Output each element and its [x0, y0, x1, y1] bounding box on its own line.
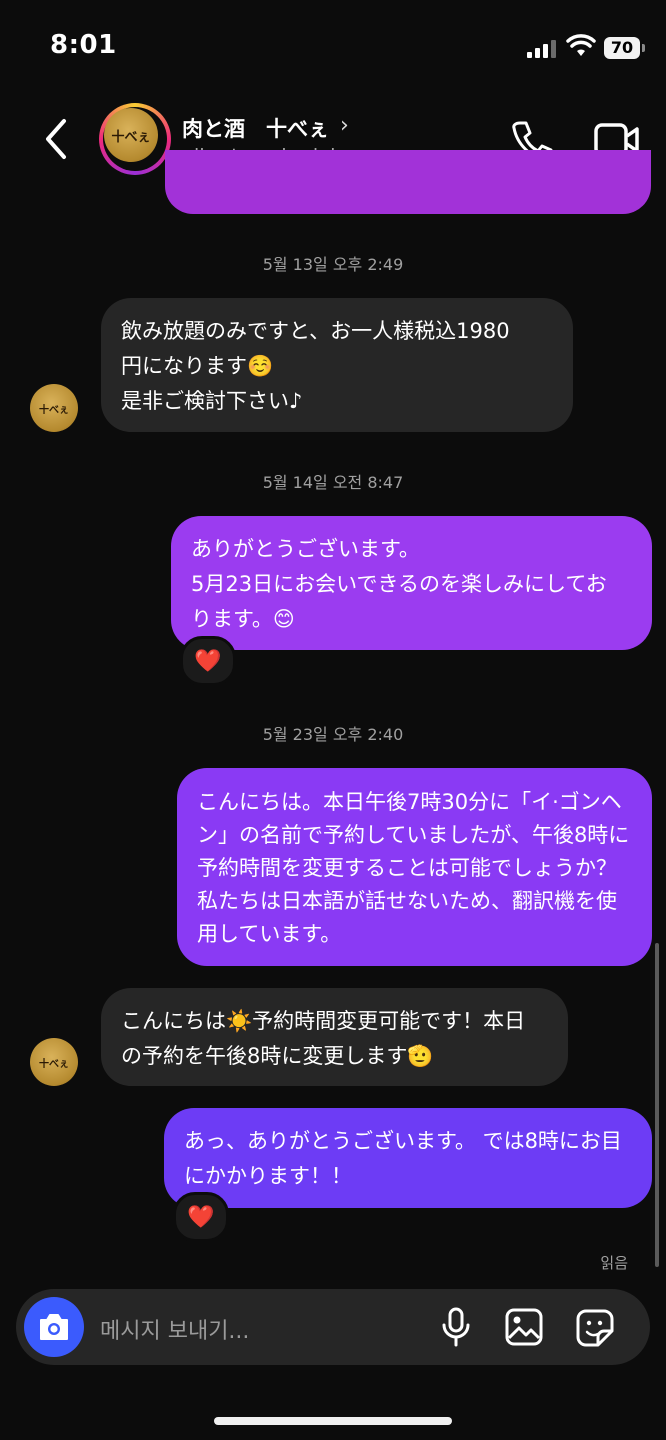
microphone-icon[interactable]	[440, 1307, 472, 1347]
back-arrow-icon[interactable]	[38, 117, 74, 161]
message-input[interactable]: 메시지 보내기...	[100, 1313, 249, 1345]
outgoing-message[interactable]: ありがとうございます。 5月23日にお会いできるのを楽しみにしてお ります。😊	[171, 516, 652, 650]
outgoing-message[interactable]: こんにちは。本日午後7時30分に「イ·ゴンヘ ン」の名前で予約していましたが、午…	[177, 768, 652, 966]
message-timestamp: 5월 13일 오후 2:49	[262, 255, 404, 274]
incoming-message[interactable]: 飲み放題のみですと、お一人様税込1980 円になります☺️ 是非ご検討下さい♪	[101, 298, 573, 432]
sticker-icon[interactable]	[574, 1307, 616, 1349]
heart-reaction[interactable]: ❤️	[180, 636, 236, 686]
sender-avatar[interactable]: 十べぇ	[30, 1038, 78, 1086]
read-receipt: 읽음	[600, 1254, 628, 1272]
battery-indicator: 70	[604, 37, 645, 59]
home-indicator	[214, 1417, 452, 1425]
message-timestamp: 5월 14일 오전 8:47	[262, 473, 404, 492]
status-time: 8:01	[50, 30, 117, 60]
camera-button[interactable]	[24, 1297, 84, 1357]
outgoing-message[interactable]: あっ、ありがとうございます。 では8時にお目 にかかります！！	[164, 1108, 652, 1208]
sender-avatar[interactable]: 十べぇ	[30, 384, 78, 432]
incoming-message[interactable]: こんにちは☀️予約時間変更可能です！本日 の予約を午後8時に変更します🫡	[101, 988, 568, 1086]
gallery-icon[interactable]	[504, 1307, 544, 1347]
status-bar: 8:01 70	[0, 0, 666, 90]
heart-reaction[interactable]: ❤️	[173, 1192, 229, 1242]
profile-avatar[interactable]: 十べぇ	[99, 103, 171, 175]
camera-icon	[40, 1314, 68, 1340]
scrollbar[interactable]	[655, 943, 659, 1267]
wifi-icon	[566, 34, 596, 56]
contact-name[interactable]: 肉と酒 十べぇ	[182, 113, 329, 143]
message-timestamp: 5월 23일 오후 2:40	[262, 725, 404, 744]
cellular-signal-icon	[527, 40, 556, 58]
chevron-right-icon[interactable]: ›	[340, 113, 349, 138]
message-bubble-partial	[165, 150, 651, 214]
message-composer: 메시지 보내기...	[16, 1289, 650, 1365]
avatar-logo: 十べぇ	[104, 108, 158, 162]
